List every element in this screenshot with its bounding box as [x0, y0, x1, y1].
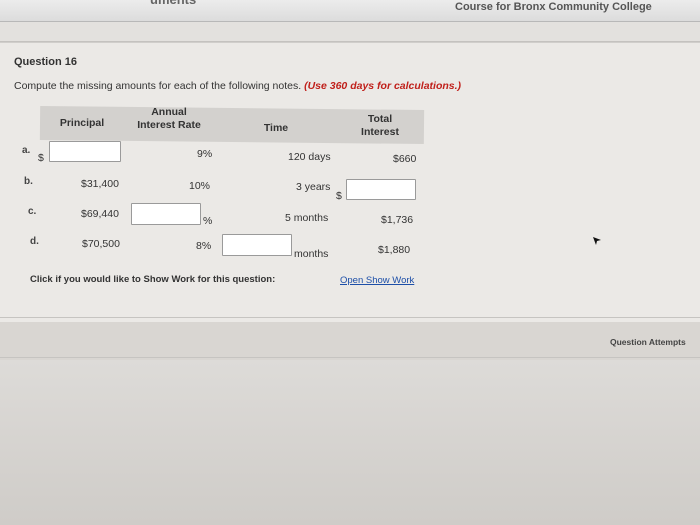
row-label-c: c. — [28, 206, 37, 217]
row-a-principal-prefix: $ — [38, 152, 44, 164]
question-prompt-text: Compute the missing amounts for each of … — [14, 80, 302, 92]
row-c-rate-suffix: % — [203, 215, 213, 227]
row-a-time: 120 days — [288, 151, 331, 163]
row-c-principal: $69,440 — [81, 208, 119, 220]
header-strip — [0, 22, 700, 42]
row-b-time: 3 years — [296, 181, 331, 193]
open-show-work-link[interactable]: Open Show Work — [340, 275, 414, 286]
row-d-rate: 8% — [196, 240, 212, 252]
question-attempts-label: Question Attempts — [610, 337, 686, 347]
header-time: Time — [263, 122, 289, 134]
section-divider-bottom — [0, 357, 700, 358]
row-a-rate: 9% — [197, 148, 213, 160]
header-interest-line1: Total — [367, 113, 393, 125]
mouse-cursor-icon — [593, 237, 601, 245]
row-c-rate-input[interactable] — [131, 203, 201, 225]
course-title: Course for Bronx Community College — [455, 1, 652, 13]
header-interest-line2: Interest — [361, 126, 399, 138]
row-b-interest-prefix: $ — [336, 190, 342, 202]
row-a-principal-input[interactable] — [49, 141, 121, 162]
row-a-interest: $660 — [393, 153, 417, 165]
row-c-interest: $1,736 — [381, 214, 414, 226]
row-label-a: a. — [22, 145, 31, 156]
header-principal: Principal — [59, 117, 105, 129]
row-label-b: b. — [24, 176, 33, 187]
row-label-d: d. — [30, 236, 39, 247]
row-d-interest: $1,880 — [378, 244, 411, 256]
top-bar: uments Course for Bronx Community Colleg… — [0, 0, 700, 22]
question-title: Question 16 — [14, 56, 77, 68]
row-b-principal: $31,400 — [81, 178, 119, 190]
header-rate-line1: Annual — [151, 106, 187, 118]
tab-fragment[interactable]: uments — [150, 0, 196, 7]
show-work-label: Click if you would like to Show Work for… — [30, 274, 276, 285]
row-c-time: 5 months — [285, 212, 329, 224]
question-prompt: Compute the missing amounts for each of … — [14, 80, 461, 92]
header-rate-line2: Interest Rate — [137, 119, 201, 131]
row-b-interest-input[interactable] — [346, 179, 416, 200]
lower-area — [0, 360, 700, 525]
row-b-rate: 10% — [189, 180, 211, 192]
row-d-time-input[interactable] — [222, 234, 292, 256]
row-d-principal: $70,500 — [82, 238, 120, 250]
section-divider-top — [0, 317, 700, 318]
row-d-time-suffix: months — [294, 248, 329, 260]
question-hint: (Use 360 days for calculations.) — [304, 80, 462, 92]
